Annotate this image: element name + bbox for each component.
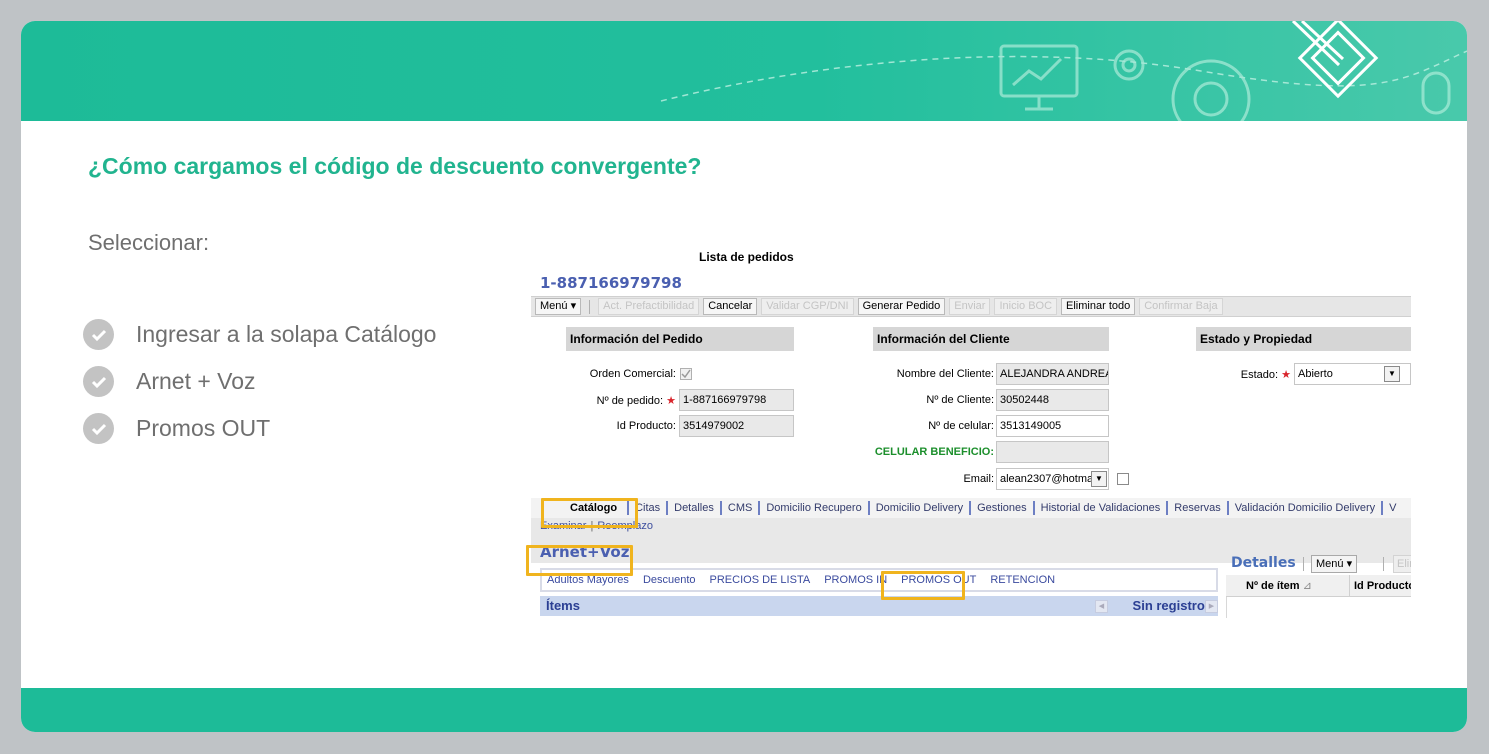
tab-bar: Catálogo Citas Detalles CMS Domicilio Re… <box>531 498 1411 518</box>
section-pedido: Información del Pedido <box>566 327 794 351</box>
dropdown-arrow-icon[interactable]: ▼ <box>1384 366 1400 382</box>
check-icon <box>83 413 114 444</box>
email-field[interactable]: alean2307@hotma ▼ <box>996 468 1109 490</box>
bullet-text: Promos OUT <box>136 415 271 441</box>
section-cliente: Información del Cliente <box>873 327 1109 351</box>
items-status: Sin registros <box>1132 598 1212 613</box>
tab-domicilio-recupero[interactable]: Domicilio Recupero <box>758 501 867 515</box>
orden-comercial-label: Orden Comercial: <box>589 368 676 380</box>
required-icon: ★ <box>663 395 676 407</box>
email-checkbox[interactable] <box>1117 473 1129 485</box>
enviar-button[interactable]: Enviar <box>949 298 991 315</box>
email-value: alean2307@hotma <box>1000 473 1094 485</box>
tab-historial-validaciones[interactable]: Historial de Validaciones <box>1032 501 1167 515</box>
generar-pedido-button[interactable]: Generar Pedido <box>857 298 946 315</box>
bullet-item: Promos OUT <box>83 405 436 452</box>
banner-decoration-icon <box>660 21 1467 121</box>
catalog-category-bar: Adultos Mayores Descuento PRECIOS DE LIS… <box>540 568 1218 592</box>
id-producto-field[interactable]: 3514979002 <box>679 415 794 437</box>
bullet-text: Ingresar a la solapa Catálogo <box>136 321 437 347</box>
orden-comercial-checkbox[interactable] <box>680 368 692 380</box>
detalles-separator <box>1383 557 1384 571</box>
detalles-table-body <box>1226 597 1411 618</box>
items-header: Ítems Sin registros <box>540 596 1218 616</box>
detalles-table-header: Nº de ítem ⊿ Id Producto <box>1226 575 1411 597</box>
confirmar-baja-button[interactable]: Confirmar Baja <box>1139 298 1223 315</box>
tab-validacion-domicilio-delivery[interactable]: Validación Domicilio Delivery <box>1226 501 1381 515</box>
col-id-producto[interactable]: Id Producto <box>1349 575 1411 597</box>
order-number: 1-887166979798 <box>540 274 682 292</box>
items-title: Ítems <box>546 598 580 613</box>
intro-text: Seleccionar: <box>88 230 210 255</box>
header-banner <box>21 21 1467 121</box>
nro-pedido-field[interactable]: 1-887166979798 <box>679 389 794 411</box>
toolbar-separator <box>589 299 591 314</box>
dropdown-arrow-icon[interactable]: ▼ <box>1091 471 1107 487</box>
id-producto-label: Id Producto: <box>616 420 676 432</box>
sort-icon: ⊿ <box>1302 580 1312 592</box>
check-icon <box>83 366 114 397</box>
celular-label: Nº de celular: <box>928 420 994 432</box>
highlight-promos-out <box>881 571 965 600</box>
chevron-down-icon: ▾ <box>570 300 577 312</box>
col-nro-item[interactable]: Nº de ítem ⊿ <box>1246 575 1312 597</box>
menu-label: Menú <box>540 300 568 312</box>
eliminar-todo-button[interactable]: Eliminar todo <box>1061 298 1136 315</box>
chevron-down-icon: ▾ <box>1346 558 1353 570</box>
bullet-item: Arnet + Voz <box>83 358 436 405</box>
nro-cliente-label: Nº de Cliente: <box>926 394 994 406</box>
category-promos-in[interactable]: PROMOS IN <box>824 574 887 586</box>
nro-pedido-label: Nº de pedido: ★ <box>596 395 676 407</box>
bullet-text: Arnet + Voz <box>136 368 256 394</box>
detalles-menu-button[interactable]: Menú ▾ <box>1311 555 1358 573</box>
celular-beneficio-label: CELULAR BENEFICIO: <box>874 446 994 458</box>
section-estado: Estado y Propiedad <box>1196 327 1411 351</box>
tab-detalles[interactable]: Detalles <box>666 501 720 515</box>
act-prefactibilidad-button[interactable]: Act. Prefactibilidad <box>598 298 700 315</box>
cancel-button[interactable]: Cancelar <box>703 298 758 315</box>
detalles-menu-label: Menú <box>1316 558 1344 570</box>
detalles-title: Detalles <box>1231 555 1296 571</box>
email-label: Email: <box>963 473 994 485</box>
order-pane: 1-887166979798 Menú ▾ Act. Prefactibilid… <box>531 269 1411 618</box>
nro-cliente-field[interactable]: 30502448 <box>996 389 1109 411</box>
detalles-eliminar-button[interactable]: Elim <box>1393 555 1411 573</box>
category-descuento[interactable]: Descuento <box>643 574 696 586</box>
tab-gestiones[interactable]: Gestiones <box>969 501 1033 515</box>
check-icon <box>83 319 114 350</box>
slide: ¿Cómo cargamos el código de descuento co… <box>21 21 1467 732</box>
tab-more[interactable]: V <box>1381 501 1402 515</box>
estado-label: Estado: ★ <box>1240 369 1291 381</box>
tab-domicilio-delivery[interactable]: Domicilio Delivery <box>867 501 969 515</box>
highlight-catalogo-tab <box>541 498 638 528</box>
celular-field[interactable]: 3513149005 <box>996 415 1109 437</box>
footer-bar <box>21 688 1467 732</box>
toolbar: Menú ▾ Act. Prefactibilidad Cancelar Val… <box>531 296 1411 317</box>
validar-cgp-button[interactable]: Validar CGP/DNI <box>761 298 854 315</box>
required-icon: ★ <box>1278 369 1291 381</box>
tab-cms[interactable]: CMS <box>719 501 758 515</box>
nombre-cliente-field[interactable]: ALEJANDRA ANDREA I <box>996 363 1109 385</box>
slide-title: ¿Cómo cargamos el código de descuento co… <box>88 153 702 179</box>
estado-value: Abierto <box>1298 368 1333 380</box>
scroll-right-icon[interactable]: ▶ <box>1205 600 1218 613</box>
bullet-item: Ingresar a la solapa Catálogo <box>83 311 436 358</box>
window-title: Lista de pedidos <box>699 250 794 264</box>
inicio-boc-button[interactable]: Inicio BOC <box>994 298 1058 315</box>
tab-reservas[interactable]: Reservas <box>1166 501 1226 515</box>
category-precios-lista[interactable]: PRECIOS DE LISTA <box>710 574 811 586</box>
scroll-left-icon[interactable]: ◀ <box>1095 600 1108 613</box>
detalles-separator <box>1303 557 1304 571</box>
nombre-cliente-label: Nombre del Cliente: <box>896 368 994 380</box>
app-screenshot: Lista de pedidos 1-887166979798 Menú ▾ A… <box>531 246 1411 618</box>
bullet-list: Ingresar a la solapa Catálogo Arnet + Vo… <box>83 311 436 452</box>
menu-button[interactable]: Menú ▾ <box>535 298 582 315</box>
estado-select[interactable]: Abierto ▼ <box>1294 363 1411 385</box>
highlight-arnet-voz <box>526 545 633 576</box>
celular-beneficio-field[interactable] <box>996 441 1109 463</box>
category-retencion[interactable]: RETENCION <box>990 574 1055 586</box>
